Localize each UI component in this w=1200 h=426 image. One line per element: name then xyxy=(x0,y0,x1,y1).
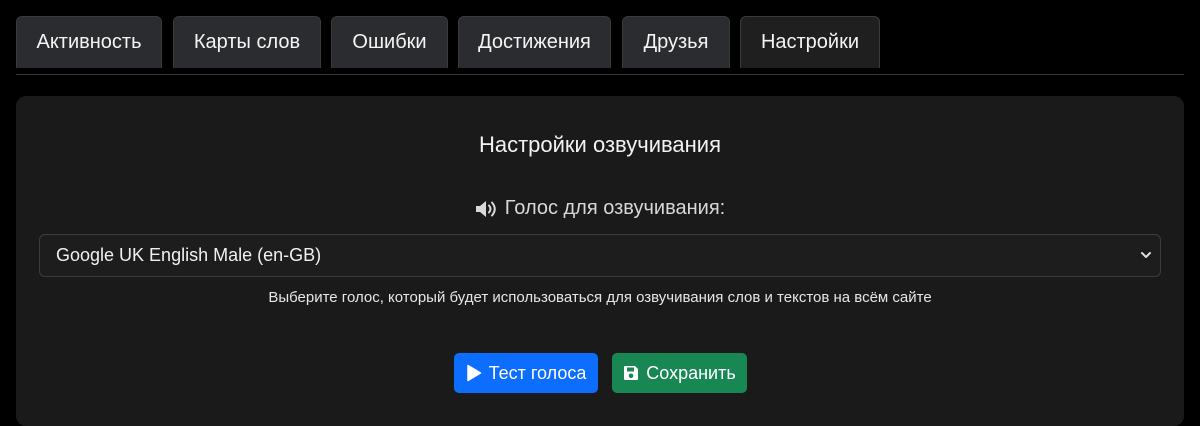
tab-label: Ошибки xyxy=(352,31,427,53)
test-voice-label: Тест голоса xyxy=(488,362,587,383)
tab-label: Достижения xyxy=(478,31,591,53)
voice-label-text: Голос для озвучивания: xyxy=(504,197,726,219)
tab-friends[interactable]: Друзья xyxy=(622,16,730,68)
voice-settings-panel: Настройки озвучивания Голос для озвучива… xyxy=(16,96,1184,426)
tab-achievements[interactable]: Достижения xyxy=(458,16,611,68)
tab-label: Карты слов xyxy=(193,31,301,53)
voice-hint: Выберите голос, который будет использова… xyxy=(268,289,932,306)
voice-label: Голос для озвучивания: xyxy=(16,197,1184,220)
floppy-disk-icon xyxy=(624,366,639,380)
volume-icon xyxy=(475,200,496,217)
voice-select[interactable]: Google UK English Male (en-GB) xyxy=(39,234,1161,277)
play-icon xyxy=(466,364,481,382)
tab-activity[interactable]: Активность xyxy=(16,16,162,68)
tab-label: Друзья xyxy=(643,31,709,53)
test-voice-button[interactable]: Тест голоса xyxy=(454,353,598,393)
panel-title: Настройки озвучивания xyxy=(478,132,722,157)
voice-select-value: Google UK English Male (en-GB) xyxy=(56,245,322,265)
tab-mistakes[interactable]: Ошибки xyxy=(331,16,448,68)
tab-word-cards[interactable]: Карты слов xyxy=(173,16,321,68)
chevron-down-icon xyxy=(1141,252,1151,258)
save-button[interactable]: Сохранить xyxy=(612,353,747,393)
tab-settings[interactable]: Настройки xyxy=(740,16,880,68)
tab-label: Активность xyxy=(36,31,142,53)
save-label: Сохранить xyxy=(646,362,736,383)
tab-label: Настройки xyxy=(760,31,860,53)
tab-bar: Активность Карты слов Ошибки Достижения … xyxy=(16,16,1184,75)
